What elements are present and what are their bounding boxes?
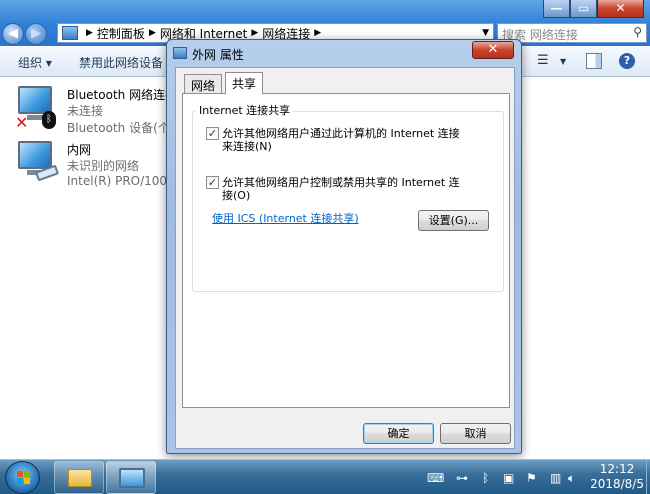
allow-control-line2: 接(O) <box>222 189 251 202</box>
help-icon[interactable]: ? <box>619 53 635 69</box>
maximize-button[interactable]: ▭ <box>570 0 597 18</box>
clock-date: 2018/8/5 <box>590 477 644 491</box>
clock-time: 12:12 <box>599 462 635 476</box>
forward-button[interactable]: ▶ <box>25 23 47 45</box>
properties-dialog: 外网 属性 ✕ 网络 共享 Internet 连接共享 ✓ 允许其他网络用户通过… <box>166 39 522 454</box>
chevron-right-icon: ▶ <box>148 28 156 38</box>
clock[interactable]: 12:12 2018/8/5 <box>590 462 644 492</box>
chevron-right-icon: ▶ <box>314 28 322 38</box>
minimize-button[interactable]: — <box>543 0 570 18</box>
network-icon <box>173 47 187 59</box>
disconnected-x-icon: ✕ <box>15 113 29 132</box>
device-tray-icon[interactable]: ▣ <box>503 471 514 485</box>
network-tray-icon[interactable]: ▥ <box>550 471 561 485</box>
cancel-button[interactable]: 取消 <box>440 423 511 444</box>
chevron-down-icon[interactable]: ▼ <box>482 28 489 38</box>
close-button[interactable]: ✕ <box>472 41 514 59</box>
chevron-right-icon: ▶ <box>251 28 259 38</box>
connection-device: Bluetooth 设备(个人 <box>67 121 182 135</box>
keyboard-icon[interactable]: ⌨ <box>427 471 444 485</box>
connection-status: 未连接 <box>67 104 104 118</box>
chevron-right-icon: ▶ <box>86 28 93 38</box>
connection-device: Intel(R) PRO/1000 <box>67 174 175 188</box>
breadcrumb-item[interactable]: 控制面板 <box>97 25 145 42</box>
control-panel-icon <box>62 26 78 40</box>
ok-button[interactable]: 确定 <box>363 423 434 444</box>
disable-device-button[interactable]: 禁用此网络设备 <box>79 54 163 71</box>
bluetooth-tray-icon[interactable]: ᛒ <box>482 471 489 485</box>
connection-name: Bluetooth 网络连接 <box>67 88 178 102</box>
allow-control-label[interactable]: 允许其他网络用户控制或禁用共享的 Internet 连 接(O) <box>222 176 502 202</box>
connection-name: 内网 <box>67 143 92 157</box>
connection-status: 未识别的网络 <box>67 159 140 173</box>
preview-pane-icon[interactable] <box>586 53 602 69</box>
action-center-icon[interactable]: ⚑ <box>526 471 537 485</box>
search-icon[interactable]: ⚲ <box>633 25 642 39</box>
network-adapter-icon <box>18 141 52 169</box>
allow-connect-checkbox[interactable]: ✓ <box>206 127 219 140</box>
start-button[interactable] <box>5 461 40 494</box>
show-desktop-button[interactable] <box>646 460 650 494</box>
taskbar-explorer-button[interactable] <box>54 461 104 494</box>
list-item[interactable]: 内网 未识别的网络 Intel(R) PRO/1000 <box>18 141 178 188</box>
check-icon: ✓ <box>207 176 218 189</box>
tab-sharing[interactable]: 共享 <box>225 72 264 94</box>
volume-icon[interactable]: 🔈︎ <box>568 471 575 486</box>
allow-connect-label[interactable]: 允许其他网络用户通过此计算机的 Internet 连接 来连接(N) <box>222 127 502 153</box>
bluetooth-icon: ᛒ <box>42 111 56 129</box>
ics-help-link[interactable]: 使用 ICS (Internet 连接共享) <box>212 210 359 226</box>
organize-menu[interactable]: 组织 ▾ <box>18 54 52 71</box>
network-connections-icon <box>119 468 145 488</box>
windows-logo-icon <box>17 471 31 485</box>
dialog-body: 网络 共享 Internet 连接共享 ✓ 允许其他网络用户通过此计算机的 In… <box>175 67 515 449</box>
allow-connect-line1: 允许其他网络用户通过此计算机的 Internet 连接 <box>222 127 460 140</box>
folder-icon <box>68 469 92 487</box>
window-close-button[interactable]: ✕ <box>597 0 644 18</box>
taskbar: ⌨ ⊶ ᛒ ▣ ⚑ ▥ 🔈︎ 12:12 2018/8/5 <box>0 459 650 494</box>
back-button[interactable]: ◀ <box>2 23 24 45</box>
connector-icon[interactable]: ⊶ <box>456 471 468 485</box>
settings-button[interactable]: 设置(G)... <box>418 210 489 231</box>
check-icon: ✓ <box>207 127 218 140</box>
sharing-panel: Internet 连接共享 ✓ 允许其他网络用户通过此计算机的 Internet… <box>182 93 510 408</box>
ics-group-label: Internet 连接共享 <box>196 102 294 118</box>
list-item[interactable]: ✕ ᛒ Bluetooth 网络连接 未连接 Bluetooth 设备(个人 <box>15 86 182 135</box>
dialog-title: 外网 属性 <box>192 48 244 62</box>
allow-control-line1: 允许其他网络用户控制或禁用共享的 Internet 连 <box>222 176 460 189</box>
allow-connect-line2: 来连接(N) <box>222 140 272 153</box>
network-adapter-icon <box>18 86 52 114</box>
tab-network[interactable]: 网络 <box>184 74 223 93</box>
view-options-icon[interactable]: ☰ <box>537 53 553 69</box>
allow-control-checkbox[interactable]: ✓ <box>206 176 219 189</box>
taskbar-network-button[interactable] <box>106 461 156 494</box>
chevron-down-icon[interactable]: ▼ <box>560 57 566 66</box>
